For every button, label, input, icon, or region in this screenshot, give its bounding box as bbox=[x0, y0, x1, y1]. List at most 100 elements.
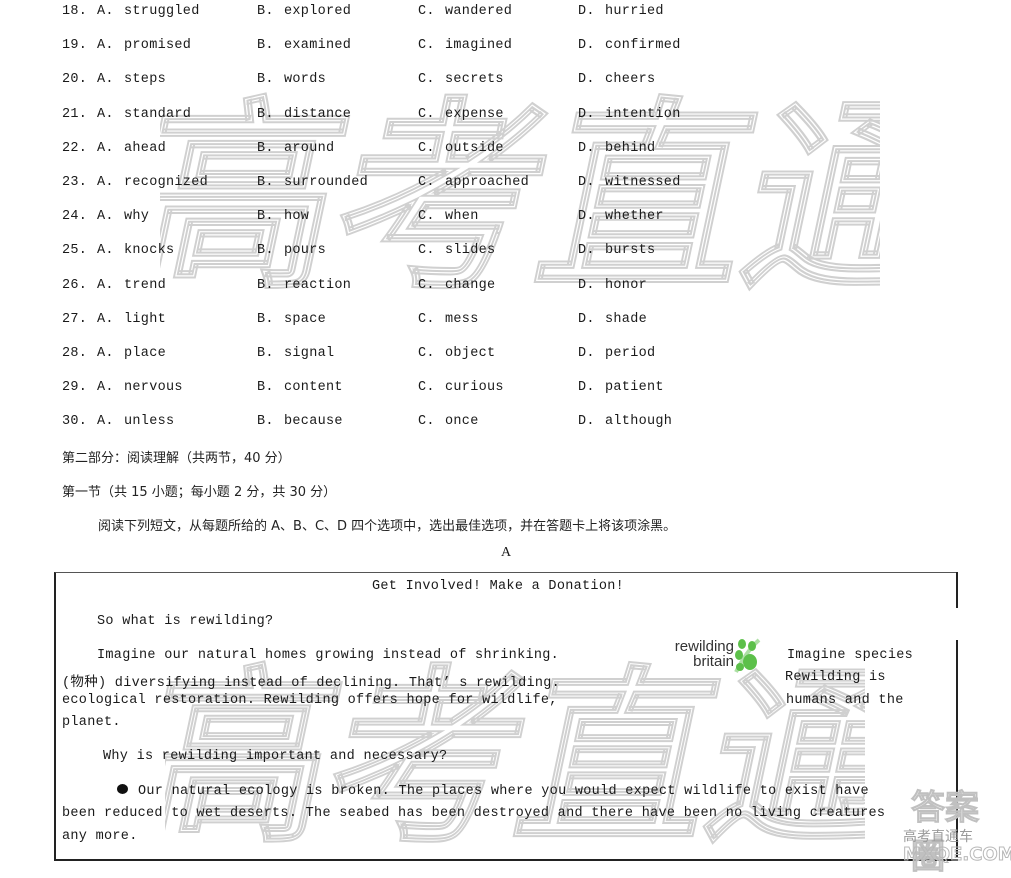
option-b: B. examined bbox=[257, 38, 351, 53]
option-word: when bbox=[445, 209, 479, 225]
part-title: 第二部分：阅读理解（共两节，40 分） bbox=[62, 451, 291, 466]
option-word: trend bbox=[124, 277, 167, 293]
option-word: steps bbox=[124, 72, 167, 88]
option-letter: B. bbox=[257, 277, 274, 293]
option-word: although bbox=[605, 414, 673, 430]
option-word: intention bbox=[605, 106, 681, 122]
option-letter: A. bbox=[97, 277, 114, 293]
option-word: behind bbox=[605, 140, 656, 156]
option-letter: A. bbox=[97, 175, 114, 190]
option-letter: C. bbox=[418, 175, 435, 190]
option-word: change bbox=[445, 277, 496, 293]
option-a: A. light bbox=[97, 312, 166, 327]
option-word: once bbox=[445, 414, 479, 430]
question-number: 28. bbox=[62, 346, 88, 361]
option-letter: A. bbox=[97, 311, 114, 327]
option-letter: D. bbox=[578, 209, 595, 225]
question-row: 27. A. light B. space C. mess D. shade bbox=[0, 312, 1011, 332]
option-a: A. why bbox=[97, 209, 149, 224]
option-letter: B. bbox=[257, 4, 274, 19]
option-word: honor bbox=[605, 277, 648, 293]
option-letter: C. bbox=[418, 346, 435, 361]
question-number: 30. bbox=[62, 414, 88, 430]
option-letter: B. bbox=[257, 106, 274, 122]
option-d: D. confirmed bbox=[578, 38, 681, 53]
option-letter: A. bbox=[97, 140, 114, 156]
option-word: slides bbox=[445, 243, 496, 259]
option-c: C. mess bbox=[418, 312, 479, 327]
option-word: promised bbox=[124, 38, 192, 54]
option-word: shade bbox=[605, 311, 648, 327]
option-a: A. unless bbox=[97, 414, 174, 429]
option-d: D. bursts bbox=[578, 243, 655, 258]
option-c: C. when bbox=[418, 209, 479, 224]
question-row: 18. A. struggled B. explored C. wandered D. hurr… bbox=[0, 4, 1011, 24]
option-word: expense bbox=[445, 106, 504, 122]
option-letter: D. bbox=[578, 346, 595, 361]
option-letter: D. bbox=[578, 4, 595, 19]
option-b: B. space bbox=[257, 312, 326, 327]
question-row: 30. A. unless B. because C. once D. although bbox=[0, 414, 1011, 434]
option-b: B. around bbox=[257, 141, 334, 156]
option-word: space bbox=[284, 311, 327, 327]
option-word: patient bbox=[605, 380, 664, 396]
instruction-text: 阅读下列短文，从每题所给的 A、B、C、D 四个选项中，选出最佳选项，并在答题卡… bbox=[98, 519, 677, 534]
passage-label: A bbox=[501, 545, 512, 560]
option-letter: D. bbox=[578, 38, 595, 54]
option-a: A. place bbox=[97, 346, 166, 361]
option-letter: A. bbox=[97, 414, 114, 430]
option-letter: A. bbox=[97, 380, 114, 396]
option-word: whether bbox=[605, 209, 664, 225]
option-letter: D. bbox=[578, 140, 595, 156]
question-number: 29. bbox=[62, 380, 88, 396]
option-letter: C. bbox=[418, 414, 435, 430]
option-word: standard bbox=[124, 106, 192, 122]
option-word: ahead bbox=[124, 140, 167, 156]
option-b: B. surrounded bbox=[257, 175, 368, 190]
option-c: C. approached bbox=[418, 175, 529, 190]
bullet-icon bbox=[117, 784, 128, 794]
option-word: light bbox=[124, 311, 167, 327]
option-a: A. recognized bbox=[97, 175, 208, 190]
option-word: why bbox=[124, 209, 150, 225]
option-word: witnessed bbox=[605, 175, 681, 190]
option-letter: B. bbox=[257, 140, 274, 156]
option-letter: C. bbox=[418, 4, 435, 19]
passage-bullet-line: Our natural ecology is broken. The place… bbox=[117, 784, 869, 799]
passage-line: any more. bbox=[62, 829, 138, 844]
option-word: recognized bbox=[124, 175, 209, 190]
question-number: 25. bbox=[62, 243, 88, 259]
question-row: 26. A. trend B. reaction C. change D. honor bbox=[0, 278, 1011, 298]
option-word: how bbox=[284, 209, 310, 225]
option-word: secrets bbox=[445, 72, 504, 88]
option-c: C. secrets bbox=[418, 72, 504, 87]
question-number: 27. bbox=[62, 311, 88, 327]
option-letter: D. bbox=[578, 414, 595, 430]
option-c: C. expense bbox=[418, 107, 504, 122]
option-letter: B. bbox=[257, 414, 274, 430]
option-d: D. intention bbox=[578, 107, 681, 122]
option-letter: A. bbox=[97, 38, 114, 54]
subsection-title: 第一节（共 15 小题；每小题 2 分，共 30 分） bbox=[62, 485, 337, 500]
option-word: mess bbox=[445, 311, 479, 327]
passage-title: Get Involved! Make a Donation! bbox=[372, 579, 625, 594]
option-word: examined bbox=[284, 38, 352, 54]
option-letter: D. bbox=[578, 175, 595, 190]
option-letter: D. bbox=[578, 72, 595, 88]
passage-line: planet. bbox=[62, 715, 121, 730]
option-word: signal bbox=[284, 346, 335, 361]
passage-line: ecological restoration. Rewilding offers… bbox=[62, 693, 558, 708]
option-letter: D. bbox=[578, 243, 595, 259]
question-row: 24. A. why B. how C. when D. whether bbox=[0, 209, 1011, 229]
option-a: A. struggled bbox=[97, 4, 200, 19]
option-letter: C. bbox=[418, 380, 435, 396]
option-word: confirmed bbox=[605, 38, 681, 54]
option-a: A. knocks bbox=[97, 243, 174, 258]
option-letter: A. bbox=[97, 209, 114, 225]
option-b: B. explored bbox=[257, 4, 351, 19]
question-number: 18. bbox=[62, 4, 88, 19]
option-word: wandered bbox=[445, 4, 513, 19]
question-row: 25. A. knocks B. pours C. slides D. bursts bbox=[0, 243, 1011, 263]
option-letter: A. bbox=[97, 243, 114, 259]
option-b: B. how bbox=[257, 209, 309, 224]
